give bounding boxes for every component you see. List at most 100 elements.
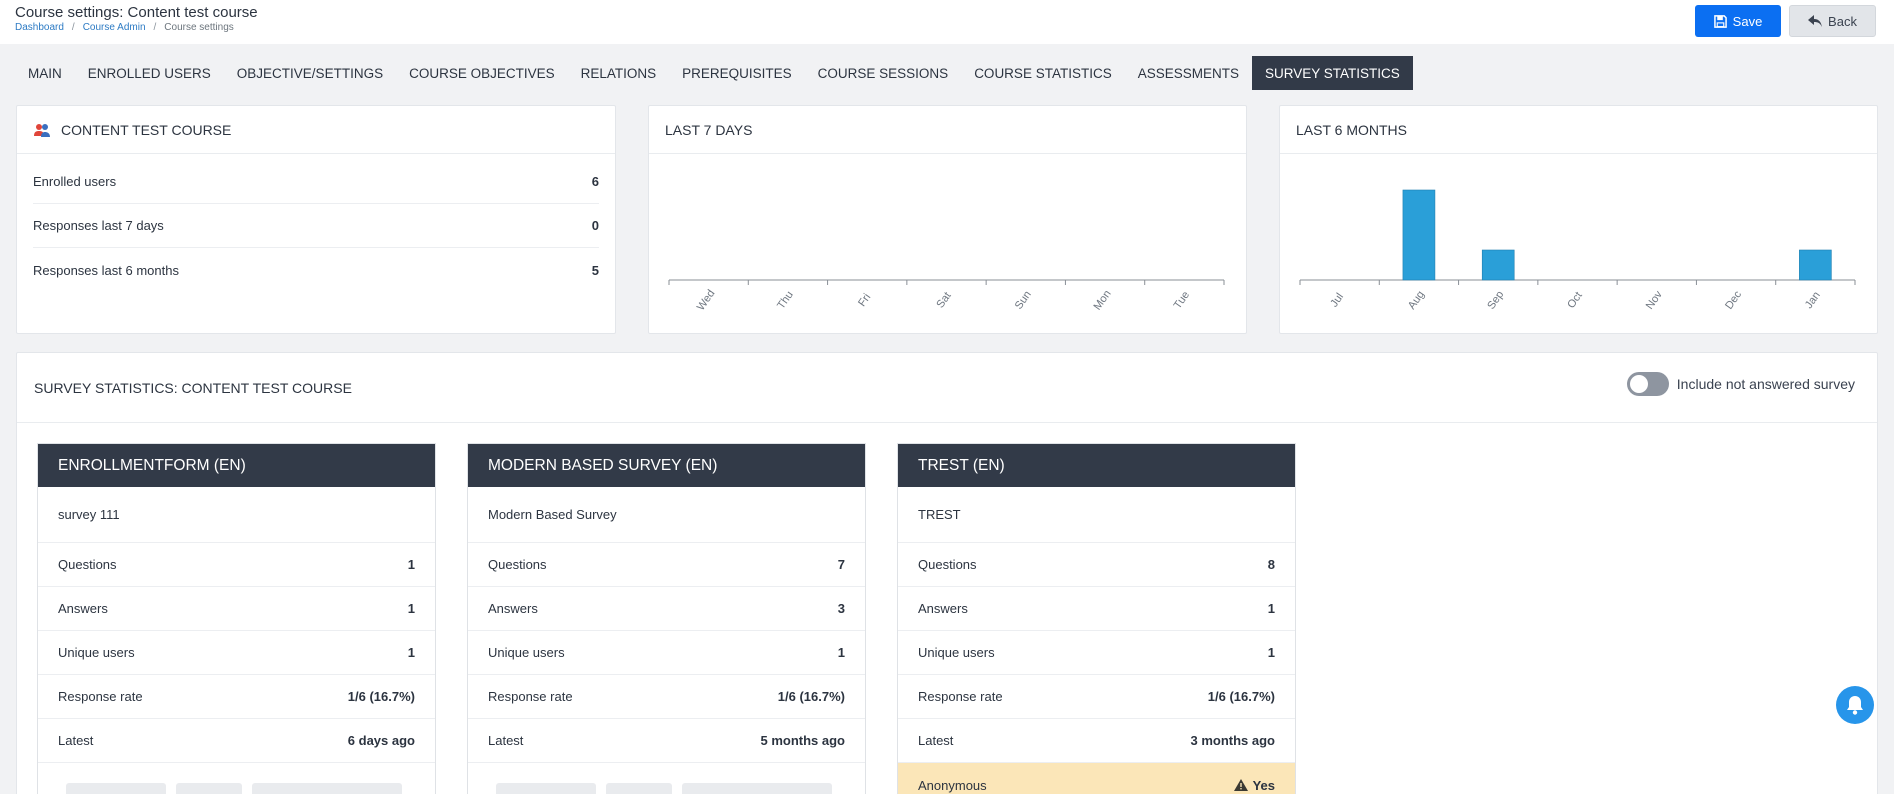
anonymous-value: Yes xyxy=(1233,777,1275,793)
stat-value: 5 xyxy=(591,262,599,278)
toggle-knob xyxy=(1629,375,1648,393)
page-title: Course settings: Content test course xyxy=(15,4,258,21)
action-button-placeholder[interactable] xyxy=(176,783,242,794)
survey-row-answers: Answers 1 xyxy=(898,587,1295,631)
stat-label: Latest xyxy=(58,733,94,748)
breadcrumb-dashboard[interactable]: Dashboard xyxy=(15,22,64,33)
survey-row-questions: Questions 7 xyxy=(468,543,865,587)
x-tick-label: Sat xyxy=(934,290,953,310)
stat-label: Unique users xyxy=(918,645,995,660)
stat-value: 1/6 (16.7%) xyxy=(347,689,415,704)
notification-bell-button[interactable] xyxy=(1836,686,1874,724)
action-button-placeholder[interactable] xyxy=(252,783,402,794)
action-button-placeholder[interactable] xyxy=(66,783,166,794)
last-7-days-chart: Wed Thu Fri Sat Sun Mon Tue xyxy=(668,279,1225,313)
stat-value: 7 xyxy=(837,557,845,572)
action-button-placeholder[interactable] xyxy=(606,783,672,794)
survey-row-response-rate: Response rate 1/6 (16.7%) xyxy=(38,675,435,719)
tab-assessments[interactable]: ASSESSMENTS xyxy=(1125,56,1252,90)
x-tick-label: Wed xyxy=(695,288,718,313)
summary-card-title: CONTENT TEST COURSE xyxy=(61,121,232,138)
last-7-days-card: LAST 7 DAYS Wed Thu Fri Sat Sun Mon Tue xyxy=(648,105,1247,334)
last-7-days-header: LAST 7 DAYS xyxy=(649,106,1246,154)
x-tick-label: Thu xyxy=(775,289,796,311)
stat-label: Answers xyxy=(58,601,108,616)
top-bar: Course settings: Content test course Das… xyxy=(0,0,1894,44)
tab-main[interactable]: MAIN xyxy=(15,56,75,90)
survey-section-title: SURVEY STATISTICS: CONTENT TEST COURSE xyxy=(34,379,352,396)
survey-card-modern-based-survey-en: MODERN BASED SURVEY (EN) Modern Based Sur… xyxy=(467,443,866,794)
stat-label: Answers xyxy=(918,601,968,616)
summary-card: CONTENT TEST COURSE Enrolled users 6 Respo… xyxy=(16,105,616,334)
stat-label: Questions xyxy=(58,557,117,572)
save-button[interactable]: Save xyxy=(1695,5,1781,37)
stat-value: 1 xyxy=(407,601,415,616)
x-tick-label: Tue xyxy=(1172,289,1192,311)
survey-row-questions: Questions 8 xyxy=(898,543,1295,587)
breadcrumb-course-admin[interactable]: Course Admin xyxy=(83,22,146,33)
last-6-months-header: LAST 6 MONTHS xyxy=(1280,106,1877,154)
stat-label: Unique users xyxy=(488,645,565,660)
survey-card-title: TREST (EN) xyxy=(898,444,1295,487)
stat-label: Questions xyxy=(918,557,977,572)
stat-value: 1/6 (16.7%) xyxy=(777,689,845,704)
stat-label: Response rate xyxy=(488,689,573,704)
survey-row-anonymous: Anonymous Yes xyxy=(898,763,1295,794)
tab-bar: MAIN ENROLLED USERS OBJECTIVE/SETTINGS COUR… xyxy=(15,56,1413,90)
stat-value: 1 xyxy=(1267,645,1275,660)
x-tick-label: Jan xyxy=(1803,290,1823,311)
tab-relations[interactable]: RELATIONS xyxy=(568,56,670,90)
stat-value: 1 xyxy=(837,645,845,660)
summary-row-enrolled-users: Enrolled users 6 xyxy=(33,160,599,204)
stat-label: Responses last 6 months xyxy=(33,262,179,278)
tab-course-statistics[interactable]: COURSE STATISTICS xyxy=(961,56,1125,90)
last-6-months-chart: Jul Aug Sep Oct Nov Dec Jan xyxy=(1299,189,1856,312)
anonymous-value-text: Yes xyxy=(1252,777,1275,793)
bar-jan xyxy=(1799,249,1832,281)
breadcrumb-current: Course settings xyxy=(164,22,234,33)
x-tick-label: Dec xyxy=(1723,288,1744,311)
survey-row-unique-users: Unique users 1 xyxy=(38,631,435,675)
tab-survey-statistics[interactable]: SURVEY STATISTICS xyxy=(1251,56,1413,90)
reply-arrow-icon xyxy=(1808,15,1823,27)
survey-row-response-rate: Response rate 1/6 (16.7%) xyxy=(468,675,865,719)
stat-label: Unique users xyxy=(58,645,135,660)
survey-section-header: SURVEY STATISTICS: CONTENT TEST COURSE xyxy=(17,353,1877,423)
stat-value: 0 xyxy=(591,218,599,233)
stat-value: 1 xyxy=(407,557,415,572)
include-not-answered-toggle[interactable] xyxy=(1626,372,1669,396)
x-tick-label: Mon xyxy=(1092,288,1114,312)
survey-row-latest: Latest 5 months ago xyxy=(468,719,865,763)
survey-card-title: MODERN BASED SURVEY (EN) xyxy=(468,444,865,487)
include-not-answered-toggle-group: Include not answered survey xyxy=(1626,372,1855,396)
survey-row-latest: Latest 3 months ago xyxy=(898,719,1295,763)
stat-value: 1/6 (16.7%) xyxy=(1207,689,1275,704)
stat-label: Anonymous xyxy=(918,777,987,793)
stat-value: 3 months ago xyxy=(1190,733,1275,748)
x-tick-label: Oct xyxy=(1565,290,1585,311)
survey-card-actions xyxy=(468,763,865,794)
tab-course-sessions[interactable]: COURSE SESSIONS xyxy=(805,56,962,90)
x-tick-label: Jul xyxy=(1328,291,1346,309)
tab-enrolled-users[interactable]: ENROLLED USERS xyxy=(75,56,224,90)
survey-card-description: TREST xyxy=(898,487,1295,543)
survey-card-enrollmentform-en: ENROLLMENTFORM (EN) survey 111 Questions 1 A… xyxy=(37,443,436,794)
stat-value: 5 months ago xyxy=(760,733,845,748)
toggle-label: Include not answered survey xyxy=(1676,376,1855,392)
survey-card-description: survey 111 xyxy=(38,487,435,543)
tab-objective-settings[interactable]: OBJECTIVE/SETTINGS xyxy=(224,56,396,90)
tab-prerequisites[interactable]: PREREQUISITES xyxy=(669,56,805,90)
users-icon xyxy=(34,123,50,137)
action-button-placeholder[interactable] xyxy=(496,783,596,794)
x-tick-label: Sep xyxy=(1485,289,1506,312)
stat-value: 1 xyxy=(407,645,415,660)
tab-course-objectives[interactable]: COURSE OBJECTIVES xyxy=(396,56,568,90)
stat-label: Responses last 7 days xyxy=(33,218,164,233)
survey-row-answers: Answers 3 xyxy=(468,587,865,631)
x-tick-label: Fri xyxy=(856,292,873,309)
back-button-label: Back xyxy=(1828,13,1857,29)
last-6-months-card: LAST 6 MONTHS Jul Aug Sep Oct Nov Dec Jan xyxy=(1279,105,1878,334)
back-button[interactable]: Back xyxy=(1789,5,1876,37)
bar-aug xyxy=(1402,189,1436,281)
action-button-placeholder[interactable] xyxy=(682,783,832,794)
